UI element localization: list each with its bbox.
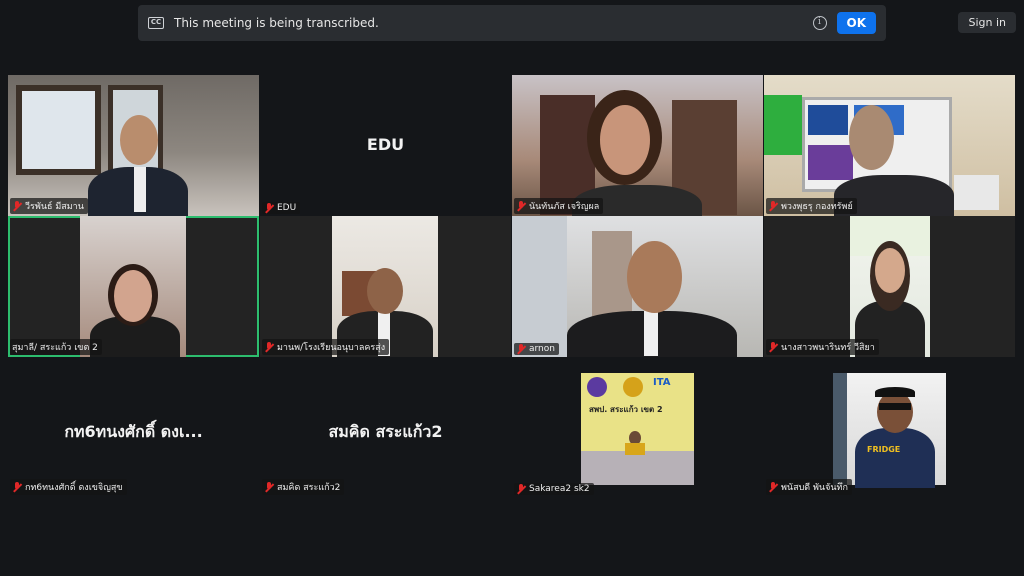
participant-name-tag: นางสาวพนารินทร์ วีสิยา — [766, 339, 879, 355]
video-tile-10[interactable]: สมคิด สระแก้ว2 สมคิด สระแก้ว2 — [260, 358, 511, 499]
sign-text: สพป. สระแก้ว เขต 2 — [589, 405, 663, 414]
participant-video — [764, 75, 1015, 216]
mic-muted-icon — [264, 482, 274, 492]
participant-name-tag: พนัสบดี พันจันทึก — [766, 479, 852, 495]
shirt-text: FRIDGE — [867, 445, 901, 454]
participant-video — [512, 216, 763, 357]
cc-icon: CC — [148, 17, 164, 29]
participant-name-tag: นันทันภัส เจริญผล — [514, 198, 604, 214]
banner-text: This meeting is being transcribed. — [174, 16, 379, 30]
video-tile-12[interactable]: FRIDGE พนัสบดี พันจันทึก — [764, 358, 1015, 499]
mic-muted-icon — [768, 342, 778, 352]
participant-video: FRIDGE — [833, 373, 946, 488]
participant-name-tag: วีรพันธ์ มีสมาน — [10, 198, 88, 214]
participant-name-tag: สมคิด สระแก้ว2 — [262, 479, 345, 495]
ok-button[interactable]: OK — [836, 12, 876, 34]
participant-name-tag: arnon — [514, 343, 559, 355]
participant-name-tag: EDU — [262, 202, 301, 214]
participant-display-name: EDU — [366, 135, 405, 154]
video-tile-7[interactable]: arnon — [512, 216, 763, 357]
transcription-banner: CC This meeting is being transcribed. i … — [138, 5, 886, 41]
participant-name-tag: Sakarea2 sk2 — [514, 483, 594, 495]
mic-muted-icon — [516, 201, 526, 211]
mic-muted-icon — [516, 344, 526, 354]
participant-name-tag: มานพ/โรงเรียนอนุบาลครสุ่ง — [262, 339, 390, 355]
participant-video — [8, 75, 259, 216]
video-tile-9[interactable]: กท6ทนงศักดิ์ ดงเ... กท6ทนงศักดิ์ ดงเขจิญ… — [8, 358, 259, 499]
mic-muted-icon — [264, 342, 274, 352]
video-tile-4[interactable]: พวงพุธรุ กองทรัพย์ — [764, 75, 1015, 216]
participant-display-name: สมคิด สระแก้ว2 — [328, 422, 443, 441]
video-tile-8[interactable]: นางสาวพนารินทร์ วีสิยา — [764, 216, 1015, 357]
mic-muted-icon — [264, 203, 274, 213]
participant-video — [332, 216, 438, 357]
video-tile-6[interactable]: มานพ/โรงเรียนอนุบาลครสุ่ง — [260, 216, 511, 357]
participant-name-tag: กท6ทนงศักดิ์ ดงเขจิญสุข — [10, 479, 127, 495]
participant-name-tag: พวงพุธรุ กองทรัพย์ — [766, 198, 857, 214]
participant-video — [512, 75, 763, 216]
video-tile-11[interactable]: ITA สพป. สระแก้ว เขต 2 Sakarea2 sk2 — [512, 358, 763, 499]
participant-video — [80, 216, 186, 357]
sign-in-button[interactable]: Sign in — [958, 12, 1016, 33]
video-tile-2[interactable]: EDU EDU — [260, 75, 511, 216]
mic-muted-icon — [768, 482, 778, 492]
participant-video — [850, 216, 930, 357]
mic-muted-icon — [516, 484, 526, 494]
ita-logo-text: ITA — [653, 377, 671, 388]
mic-muted-icon — [768, 201, 778, 211]
video-tile-3[interactable]: นันทันภัส เจริญผล — [512, 75, 763, 216]
participant-video: ITA สพป. สระแก้ว เขต 2 — [581, 373, 694, 485]
video-tile-1[interactable]: วีรพันธ์ มีสมาน — [8, 75, 259, 216]
mic-muted-icon — [12, 482, 22, 492]
participant-name-tag: สุมาลี/ สระแก้ว เขต 2 — [10, 339, 102, 355]
video-tile-5[interactable]: สุมาลี/ สระแก้ว เขต 2 — [8, 216, 259, 357]
info-icon[interactable]: i — [812, 16, 827, 30]
mic-muted-icon — [12, 201, 22, 211]
participant-display-name: กท6ทนงศักดิ์ ดงเ... — [64, 422, 203, 441]
